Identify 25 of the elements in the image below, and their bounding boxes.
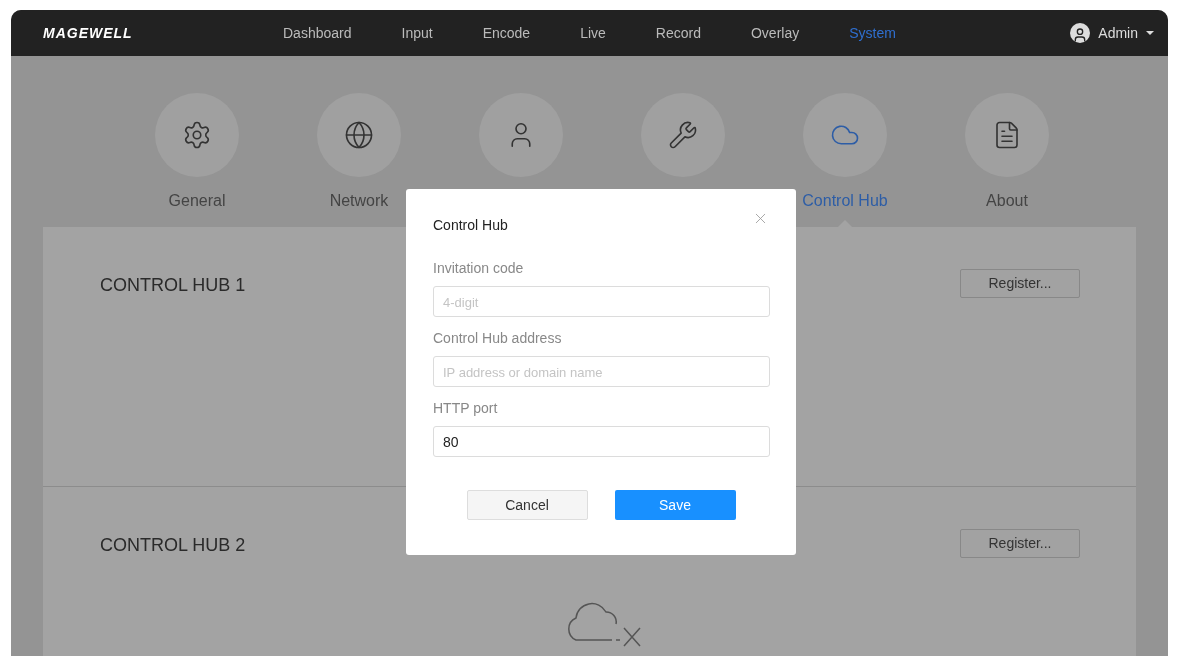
wrench-icon: [668, 120, 698, 150]
input-field[interactable]: 4-digit: [433, 286, 770, 317]
nav-tab[interactable]: Live: [580, 22, 606, 44]
section-title: CONTROL HUB 2: [100, 534, 246, 557]
globe-icon: [344, 120, 374, 150]
nav-tab[interactable]: Encode: [482, 22, 531, 44]
section-title: CONTROL HUB 1: [100, 274, 246, 297]
input-field[interactable]: IP address or domain name: [433, 356, 770, 387]
field-label: HTTP port: [433, 399, 499, 418]
gear-icon: [182, 120, 212, 150]
user-menu[interactable]: Admin: [1070, 22, 1154, 44]
logo: MAGEWELL: [43, 23, 134, 43]
nav-tab[interactable]: Record: [655, 22, 701, 44]
cancel-button[interactable]: Cancel: [466, 490, 588, 520]
field-label: Control Hub address: [433, 329, 563, 348]
caret-icon: [1146, 31, 1154, 35]
avatar-icon: [1070, 23, 1091, 43]
register-button[interactable]: Register...: [960, 269, 1080, 298]
nav-tab[interactable]: Overlay: [750, 22, 800, 44]
register-button[interactable]: Register...: [960, 529, 1080, 558]
input-field[interactable]: 80: [433, 426, 770, 457]
nav-tab[interactable]: Dashboard: [283, 22, 352, 44]
dialog-title: Control Hub: [433, 216, 508, 235]
nav-tab[interactable]: Input: [401, 22, 433, 44]
field-label: Invitation code: [433, 259, 525, 278]
